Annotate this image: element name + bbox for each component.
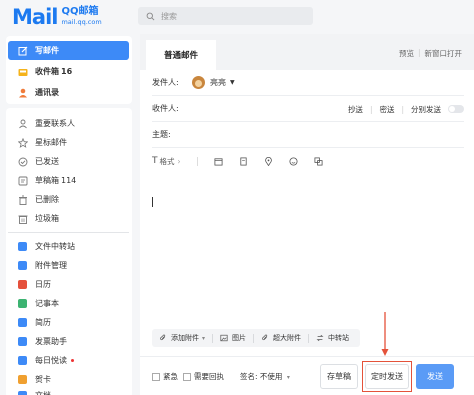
sender-name: 亮亮 (210, 78, 226, 87)
logo-brand: QQ邮箱 (61, 6, 99, 17)
inbox-count: 16 (61, 67, 73, 76)
format-toolbar: T 格式 › (152, 153, 339, 169)
sender-avatar (192, 76, 205, 89)
drafts-count: 114 (61, 176, 77, 185)
pen-icon (18, 46, 28, 56)
sidebar-item-spam[interactable]: 垃圾箱 (8, 209, 129, 228)
reading-icon (18, 355, 28, 366)
qq-mail-logo[interactable]: Mail QQ邮箱 mail.qq.com (12, 5, 102, 29)
new-window-link[interactable]: 新窗口打开 (425, 48, 463, 59)
location-icon[interactable] (264, 156, 273, 166)
emoji-icon[interactable] (288, 156, 298, 166)
inbox-icon (18, 67, 28, 77)
document-icon (18, 390, 28, 395)
checkbox-box (183, 372, 191, 381)
sidebar-item-contacts[interactable]: 通讯录 (8, 83, 129, 102)
bcc-link[interactable]: 密送 (379, 104, 394, 115)
resume-icon (18, 317, 28, 328)
calendar-insert-icon[interactable] (213, 157, 223, 166)
chevron-down-icon: ▾ (202, 334, 206, 342)
unread-dot (71, 359, 74, 362)
preview-link[interactable]: 预览 (399, 48, 414, 59)
separate-send-label: 分别发送 (411, 104, 441, 114)
card-icon (18, 374, 28, 385)
add-attachment-button[interactable]: 添加附件 ▾ (152, 333, 212, 343)
cc-link[interactable]: 抄送 (348, 104, 363, 115)
large-attachment-icon (262, 334, 268, 341)
transfer-station-icon (316, 334, 324, 342)
search-icon (146, 12, 155, 20)
calendar-icon (18, 279, 28, 290)
sidebar-item-file-transfer[interactable]: 文件中转站 (8, 237, 129, 256)
sidebar-item-starred[interactable]: 星标邮件 (8, 133, 129, 152)
large-attachment-button[interactable]: 超大附件 (254, 333, 308, 343)
sidebar-item-drafts[interactable]: 草稿箱 114 (8, 171, 129, 190)
spam-icon (18, 214, 28, 224)
tab-normal-mail[interactable]: 普通邮件 (146, 40, 216, 70)
sender-label: 发件人: (152, 78, 179, 87)
attachment-manage-icon (18, 260, 28, 271)
sidebar-item-attachment-manage[interactable]: 附件管理 (8, 256, 129, 275)
search-box[interactable] (138, 7, 313, 25)
sidebar-divider (8, 232, 129, 233)
sidebar-item-notebook[interactable]: 记事本 (8, 294, 129, 313)
subject-label: 主题: (152, 130, 171, 139)
sidebar-item-document[interactable]: 文档 (8, 386, 129, 395)
contacts-icon (18, 88, 28, 98)
sidebar-item-calendar[interactable]: 日历 (8, 275, 129, 294)
recipient-label: 收件人: (152, 104, 179, 113)
search-input[interactable] (161, 11, 301, 21)
draft-icon (18, 176, 28, 186)
urgent-checkbox[interactable]: 紧急 (152, 371, 178, 382)
compose-tab-bar: 普通邮件 预览 | 新窗口打开 (140, 34, 474, 70)
sidebar-item-important-contacts[interactable]: 重要联系人 (8, 114, 129, 133)
transfer-station-button[interactable]: 中转站 (309, 333, 356, 343)
transfer-icon (18, 241, 28, 252)
memo-icon[interactable] (239, 156, 248, 166)
person-icon (18, 119, 28, 129)
sidebar-item-compose[interactable]: 写邮件 (8, 41, 129, 60)
compose-footer: 紧急 需要回执 签名: 不使用 ▾ 存草稿 定时发送 发送 (140, 356, 474, 395)
signature-select[interactable]: 签名: 不使用 ▾ (240, 371, 290, 382)
logo-mark: Mail (12, 4, 58, 29)
receipt-checkbox[interactable]: 需要回执 (183, 371, 224, 382)
compose-panel: 普通邮件 预览 | 新窗口打开 发件人: 亮亮 ▼ 收件人: 抄送 | 密送 |… (140, 34, 474, 395)
checkbox-box (152, 372, 160, 381)
sidebar-item-daily-reading[interactable]: 每日悦读 (8, 351, 129, 370)
trash-icon (18, 195, 28, 205)
text-cursor (152, 197, 153, 207)
check-circle-icon (18, 157, 28, 167)
sender-row: 发件人: 亮亮 ▼ (152, 70, 464, 96)
invoice-icon (18, 336, 28, 347)
sidebar-item-inbox[interactable]: 收件箱 16 (8, 62, 129, 81)
attachment-toolbar: 添加附件 ▾ 图片 超大附件 中转站 (152, 329, 360, 347)
image-button[interactable]: 图片 (213, 333, 253, 343)
logo-domain: mail.qq.com (61, 18, 102, 26)
sidebar-item-resume[interactable]: 简历 (8, 313, 129, 332)
sidebar-item-deleted[interactable]: 已删除 (8, 190, 129, 209)
image-icon (220, 334, 228, 342)
chevron-right-icon: › (177, 156, 181, 166)
subject-row[interactable]: 主题: (152, 122, 464, 148)
format-button[interactable]: T 格式 › (152, 156, 181, 167)
send-button[interactable]: 发送 (416, 364, 454, 389)
notebook-icon (18, 298, 28, 309)
separate-send-toggle[interactable] (448, 105, 464, 113)
paperclip-icon (160, 334, 166, 341)
screenshot-icon[interactable] (313, 156, 323, 166)
star-icon (17, 137, 29, 148)
chevron-down-icon: ▾ (286, 374, 290, 381)
sidebar-item-invoice[interactable]: 发票助手 (8, 332, 129, 351)
red-arrow-annotation (381, 312, 389, 356)
sidebar-item-sent[interactable]: 已发送 (8, 152, 129, 171)
timed-send-button[interactable]: 定时发送 (365, 364, 409, 389)
save-draft-button[interactable]: 存草稿 (320, 364, 358, 389)
sidebar: 写邮件 收件箱 16 通讯录 重要联系人 星标邮件 已发送 草稿箱 114 已删… (0, 34, 140, 395)
text-format-icon: T (152, 156, 158, 166)
caret-down-icon: ▼ (230, 79, 235, 86)
top-bar: Mail QQ邮箱 mail.qq.com (0, 0, 474, 34)
recipient-row[interactable]: 收件人: 抄送 | 密送 | 分别发送 (152, 96, 464, 122)
sender-select[interactable]: 亮亮 ▼ (192, 76, 235, 89)
